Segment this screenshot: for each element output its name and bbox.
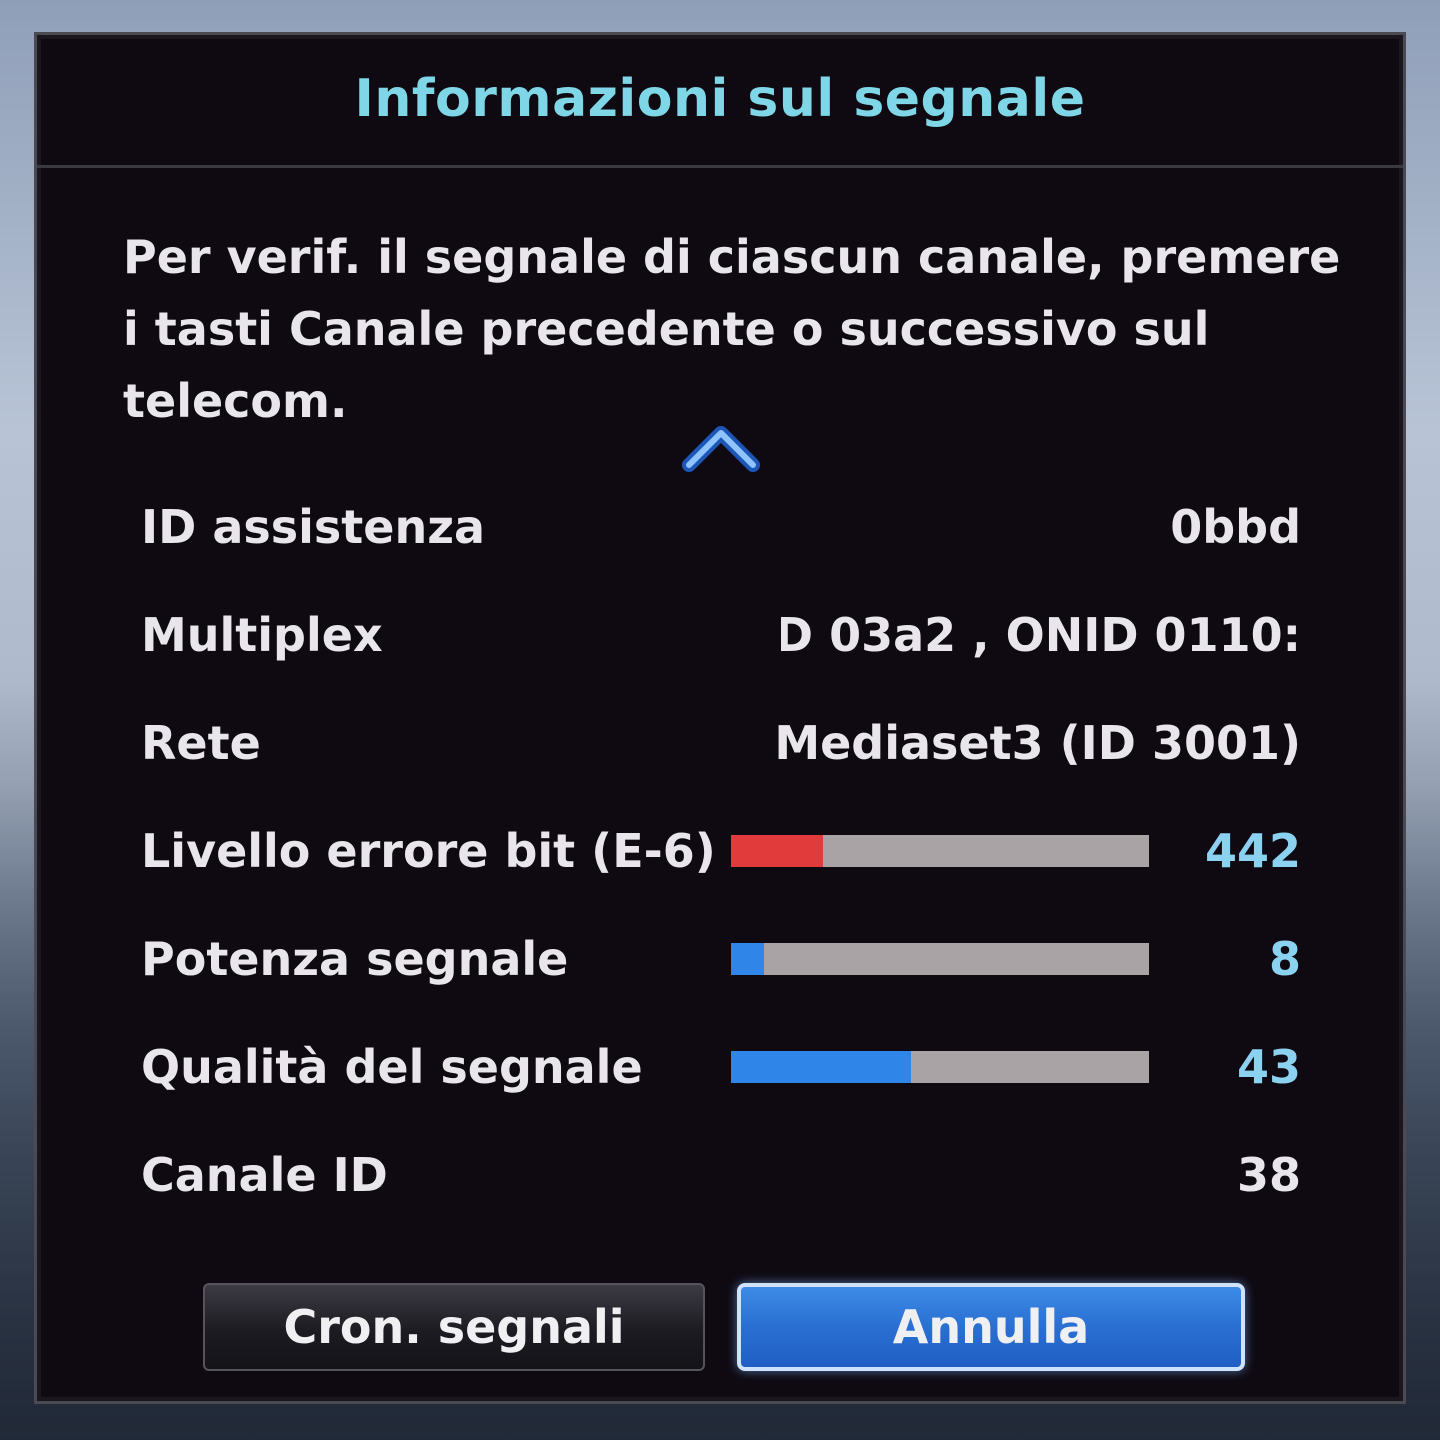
multiplex-label: Multiplex <box>141 608 383 662</box>
row-channel-id: Canale ID 38 <box>141 1135 1301 1215</box>
signal-quality-label: Qualità del segnale <box>141 1040 643 1094</box>
channel-id-label: Canale ID <box>141 1148 388 1202</box>
bit-error-bar <box>731 835 1149 867</box>
dialog-description: Per verif. il segnale di ciascun canale,… <box>123 230 1341 428</box>
network-value: Mediaset3 (ID 3001) <box>774 716 1301 770</box>
row-network: Rete Mediaset3 (ID 3001) <box>141 703 1301 783</box>
multiplex-value: :ID 03a2 , ONID 0110) <box>781 608 1301 662</box>
signal-quality-value: 43 <box>1236 1040 1301 1094</box>
row-bit-error: Livello errore bit (E-6) 442 <box>141 811 1301 891</box>
network-label: Rete <box>141 716 261 770</box>
dialog-title: Informazioni sul segnale <box>354 69 1086 129</box>
signal-strength-bar <box>731 943 1149 975</box>
service-id-value: 0bbd <box>1170 500 1301 554</box>
bit-error-value: 442 <box>1204 824 1301 878</box>
row-multiplex: Multiplex :ID 03a2 , ONID 0110) <box>141 595 1301 675</box>
service-id-label: ID assistenza <box>141 500 486 554</box>
signal-strength-label: Potenza segnale <box>141 932 569 986</box>
chevron-up-icon[interactable] <box>681 419 761 475</box>
signal-strength-value: 8 <box>1268 932 1301 986</box>
bit-error-label: Livello errore bit (E-6) <box>141 824 716 878</box>
row-service-id: ID assistenza 0bbd <box>141 487 1301 567</box>
header-divider <box>37 165 1403 168</box>
signal-quality-bar-fill <box>731 1051 911 1083</box>
signal-quality-bar <box>731 1051 1149 1083</box>
signal-info-dialog: Informazioni sul segnale Per verif. il s… <box>34 32 1406 1404</box>
signal-strength-bar-fill <box>731 943 765 975</box>
bit-error-bar-fill <box>731 835 823 867</box>
row-signal-strength: Potenza segnale 8 <box>141 919 1301 999</box>
signal-monitor-button[interactable]: Cron. segnali <box>203 1283 705 1371</box>
cancel-button[interactable]: Annulla <box>737 1283 1245 1371</box>
row-signal-quality: Qualità del segnale 43 <box>141 1027 1301 1107</box>
dialog-header: Informazioni sul segnale <box>37 35 1403 163</box>
channel-id-value: 38 <box>1236 1148 1301 1202</box>
